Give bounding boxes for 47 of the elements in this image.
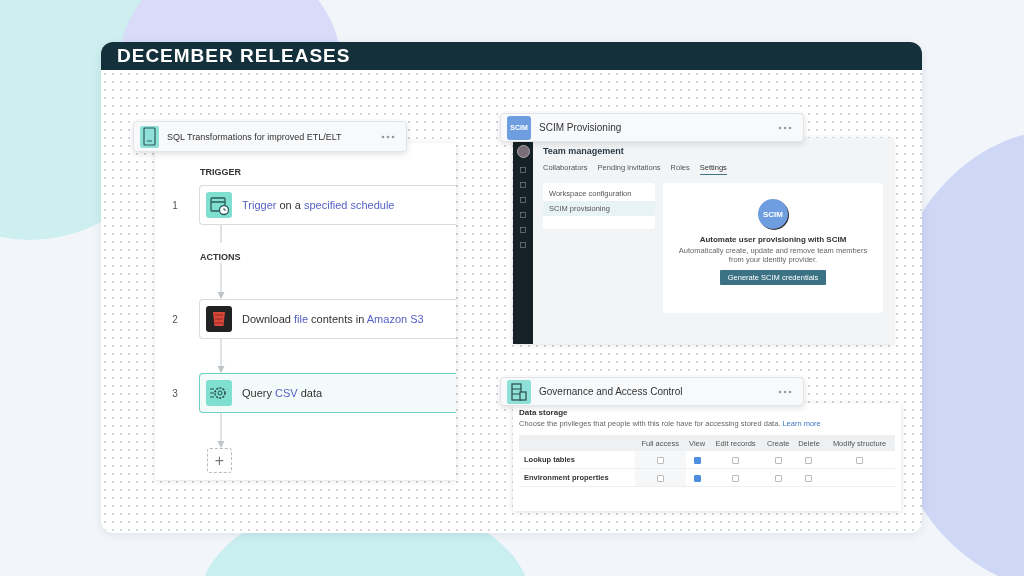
checkbox[interactable] (656, 474, 664, 482)
step-number: 1 (171, 199, 179, 211)
database-icon (507, 379, 531, 404)
checkbox[interactable] (774, 456, 782, 464)
nav-icon[interactable] (520, 212, 526, 218)
nav-icon[interactable] (520, 242, 526, 248)
nav-icon[interactable] (520, 167, 526, 173)
document-icon (140, 125, 159, 148)
checkbox[interactable] (774, 474, 782, 482)
checkbox[interactable] (732, 474, 740, 482)
step-number: 3 (171, 387, 179, 399)
connector-arrow (217, 263, 225, 299)
section-label: TRIGGER (200, 167, 242, 178)
page-title: Team management (543, 146, 625, 156)
feature-title: SQL Transformations for improved ETL/ELT (167, 131, 343, 142)
more-icon[interactable] (380, 133, 396, 140)
connector-arrow (217, 413, 225, 448)
checkbox[interactable] (732, 456, 740, 464)
checkbox[interactable] (693, 456, 701, 464)
more-icon[interactable] (777, 124, 793, 131)
workflow-step[interactable]: Trigger on a specified schedule (199, 185, 456, 225)
section-title: Data storage (519, 408, 569, 417)
checkbox[interactable] (805, 456, 813, 464)
nav-icon[interactable] (520, 182, 526, 188)
checkbox[interactable] (805, 474, 813, 482)
add-step-button[interactable]: + (207, 448, 232, 473)
gear-icon (206, 380, 232, 406)
connector-arrow (217, 339, 225, 373)
calendar-clock-icon (206, 192, 232, 218)
bucket-icon (206, 306, 232, 332)
section-label: ACTIONS (200, 252, 242, 263)
checkbox[interactable] (856, 456, 864, 464)
nav-icon[interactable] (520, 227, 526, 233)
empty-state-heading: Automate user provisioning with SCIM (699, 235, 847, 244)
checkbox[interactable] (656, 456, 664, 464)
banner-title: DECEMBER RELEASES (117, 45, 351, 67)
nav-icon[interactable] (520, 197, 526, 203)
scim-badge: SCIM (758, 199, 788, 229)
connector-line (217, 225, 225, 243)
checkbox[interactable] (693, 474, 701, 482)
feature-title: SCIM Provisioning (539, 122, 623, 133)
workflow-step[interactable]: Query CSV data (199, 373, 456, 413)
feature-title: Governance and Access Control (539, 386, 684, 397)
step-number: 2 (171, 313, 179, 325)
workflow-step[interactable]: Download file contents in Amazon S3 (199, 299, 456, 339)
more-icon[interactable] (777, 388, 793, 395)
avatar-icon (516, 145, 530, 158)
